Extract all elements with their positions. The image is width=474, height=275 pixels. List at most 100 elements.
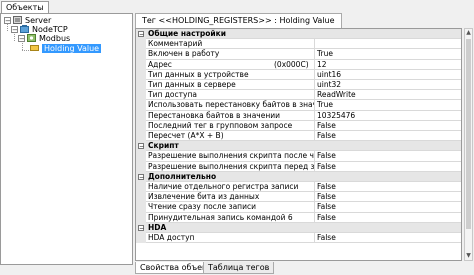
row-gutter — [136, 202, 146, 213]
tree-label-holding-value: Holding Value — [42, 44, 102, 53]
tree-label-modbus: Modbus — [39, 34, 71, 43]
properties-panel: Тег <<HOLDING_REGISTERS>> : Holding Valu… — [133, 13, 474, 274]
category-label: Дополнительно — [146, 171, 461, 182]
collapse-category-icon[interactable]: − — [138, 224, 144, 231]
vertical-scrollbar[interactable]: ▲ ▼ — [464, 28, 473, 261]
property-row[interactable]: Использовать перестановку байтов в значе… — [136, 100, 461, 111]
property-name: Принудительная запись командой 6 — [146, 212, 315, 223]
property-name: HDA доступ — [146, 233, 315, 244]
property-name: Наличие отдельного регистра записи — [146, 182, 315, 193]
category-label: Общие настройки — [146, 29, 461, 40]
property-name: Тип доступа — [146, 90, 315, 101]
property-value[interactable]: False — [315, 182, 461, 193]
row-gutter: − — [136, 141, 146, 152]
property-value[interactable]: False — [315, 121, 461, 131]
property-row[interactable]: HDA доступ False — [136, 233, 461, 244]
property-category[interactable]: − Общие настройки — [136, 29, 461, 40]
row-gutter — [136, 233, 146, 244]
row-gutter — [136, 49, 146, 60]
property-row[interactable]: Тип данных в сервере uint32 — [136, 80, 461, 91]
property-row[interactable]: Разрешение выполнения скрипта после чтен… — [136, 151, 461, 162]
scroll-up-icon[interactable]: ▲ — [465, 29, 472, 37]
property-value[interactable]: False — [315, 151, 461, 162]
property-name: Использовать перестановку байтов в значе… — [146, 100, 315, 111]
property-value[interactable]: False — [315, 233, 461, 244]
property-row[interactable]: Пересчет (A*X + B) False — [136, 131, 461, 142]
scroll-thumb[interactable] — [466, 39, 471, 229]
tab-objects[interactable]: Объекты — [1, 1, 49, 13]
property-value[interactable]: True — [315, 49, 461, 60]
property-name: Перестановка байтов в значении — [146, 110, 315, 121]
property-name: Комментарий — [146, 39, 315, 50]
tab-tag-title[interactable]: Тег <<HOLDING_REGISTERS>> : Holding Valu… — [135, 13, 342, 28]
property-row[interactable]: Последний тег в групповом запросе False — [136, 120, 461, 131]
category-label: HDA — [146, 222, 461, 233]
category-label: Скрипт — [146, 141, 461, 152]
tag-icon — [30, 45, 39, 51]
property-grid[interactable]: − Общие настройки Комментарий Включен в раб… — [135, 28, 462, 261]
property-name: Пересчет (A*X + B) — [146, 131, 315, 142]
property-name: Извлечение бита из данных — [146, 192, 315, 203]
property-row[interactable]: Разрешение выполнения скрипта перед запи… — [136, 161, 461, 172]
property-row[interactable]: Принудительная запись командой 6 False — [136, 212, 461, 223]
row-gutter: − — [136, 222, 146, 233]
collapse-category-icon[interactable]: − — [138, 143, 144, 150]
server-icon — [13, 16, 22, 24]
property-row[interactable]: Извлечение бита из данных False — [136, 192, 461, 203]
property-name: Включен в работу — [146, 49, 315, 60]
property-row[interactable]: Наличие отдельного регистра записи False — [136, 182, 461, 193]
property-name: Тип данных в сервере — [146, 80, 315, 91]
expand-nodetcp-icon[interactable]: − — [11, 26, 18, 34]
row-gutter — [136, 182, 146, 193]
property-name: Тип данных в устройстве — [146, 69, 315, 80]
row-gutter: − — [136, 171, 146, 182]
property-row[interactable]: Перестановка байтов в значении 10325476 — [136, 110, 461, 121]
tab-tag-table[interactable]: Таблица тегов — [203, 262, 275, 274]
property-value[interactable]: ReadWrite — [315, 90, 461, 101]
property-value[interactable]: False — [315, 162, 461, 172]
property-row[interactable]: Тип данных в устройстве uint16 — [136, 69, 461, 80]
property-row[interactable]: Адрес (0x000C) 12 — [136, 59, 461, 70]
collapse-category-icon[interactable]: − — [138, 173, 144, 180]
property-row[interactable]: Тип доступа ReadWrite — [136, 90, 461, 101]
property-category[interactable]: − HDA — [136, 222, 461, 233]
row-gutter — [136, 151, 146, 162]
property-value[interactable] — [315, 39, 461, 50]
object-tree[interactable]: − Server − NodeTCP − Modbus Holding Valu… — [0, 13, 133, 265]
row-gutter — [136, 120, 146, 131]
property-category[interactable]: − Дополнительно — [136, 171, 461, 182]
property-value[interactable]: False — [315, 202, 461, 213]
collapse-category-icon[interactable]: − — [138, 31, 144, 38]
property-extra: (0x000C) — [274, 59, 309, 69]
row-gutter — [136, 39, 146, 50]
property-value[interactable]: False — [315, 192, 461, 203]
tree-item-holding-value[interactable]: Holding Value — [30, 44, 102, 54]
row-gutter — [136, 80, 146, 91]
expand-server-icon[interactable]: − — [4, 17, 11, 25]
property-value[interactable]: False — [315, 213, 461, 223]
property-value[interactable]: 10325476 — [315, 111, 461, 121]
tree-item-modbus[interactable]: Modbus — [27, 34, 70, 44]
scroll-down-icon[interactable]: ▼ — [465, 252, 472, 260]
property-category[interactable]: − Скрипт — [136, 141, 461, 152]
property-value[interactable]: False — [315, 131, 461, 142]
property-value[interactable]: uint16 — [315, 70, 461, 80]
row-gutter: − — [136, 29, 146, 40]
node-icon — [20, 25, 29, 33]
property-value[interactable]: 12 — [315, 60, 461, 70]
row-gutter — [136, 69, 146, 80]
top-tab-bar: Объекты — [0, 0, 474, 13]
property-row[interactable]: Включен в работу True — [136, 49, 461, 60]
property-row[interactable]: Чтение сразу после записи False — [136, 202, 461, 213]
property-name: Последний тег в групповом запросе — [146, 120, 315, 131]
property-name: Разрешение выполнения скрипта после чтен… — [146, 151, 315, 162]
property-value[interactable]: uint32 — [315, 80, 461, 91]
property-value[interactable]: True — [315, 100, 461, 111]
expand-modbus-icon[interactable]: − — [18, 35, 25, 43]
row-gutter — [136, 59, 146, 70]
property-name: Разрешение выполнения скрипта перед запи… — [146, 161, 315, 172]
row-gutter — [136, 161, 146, 172]
property-row[interactable]: Комментарий — [136, 39, 461, 50]
row-gutter — [136, 131, 146, 142]
row-gutter — [136, 90, 146, 101]
